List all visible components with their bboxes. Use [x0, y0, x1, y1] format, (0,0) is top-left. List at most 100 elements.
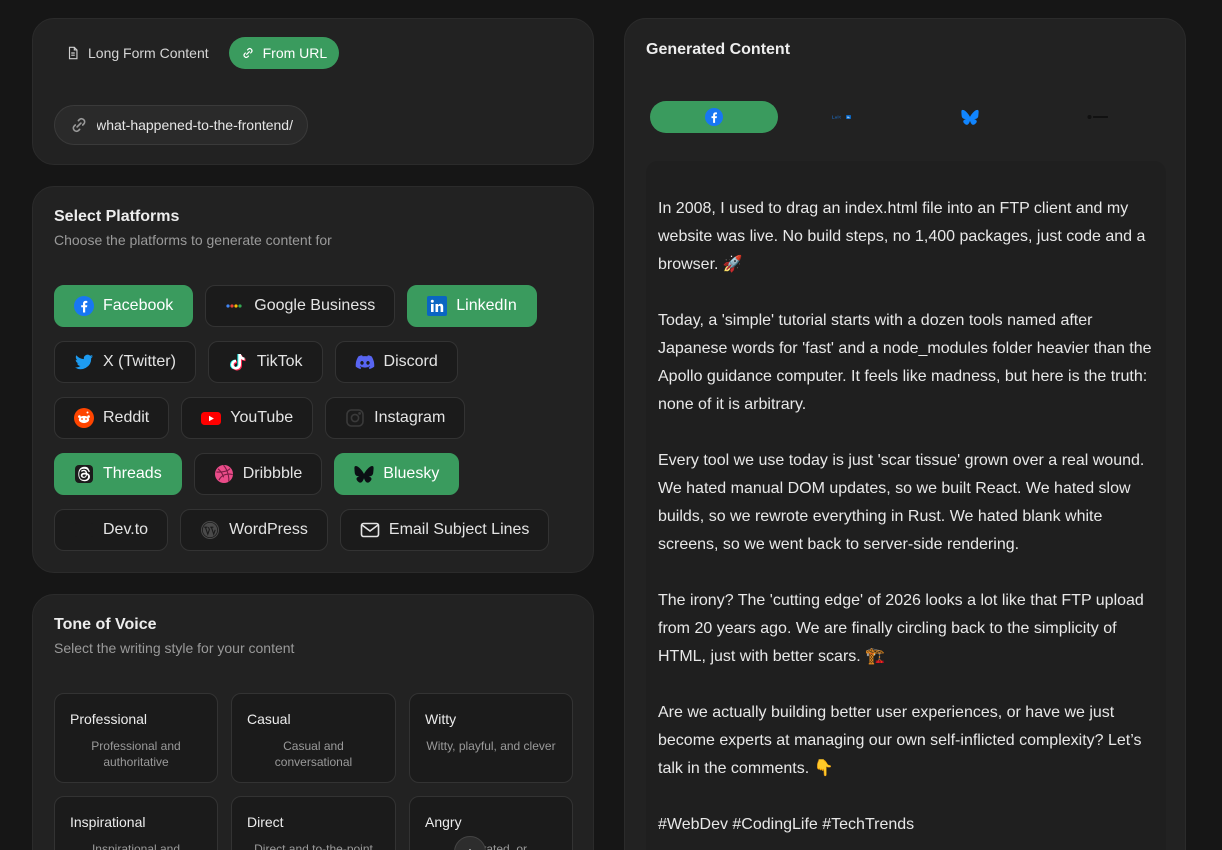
- instagram-icon: [345, 408, 365, 428]
- platform-label: Google Business: [254, 297, 376, 314]
- platform-label: YouTube: [230, 409, 294, 426]
- platform-label: TikTok: [256, 353, 303, 370]
- content-paragraph: The irony? The 'cutting edge' of 2026 lo…: [658, 592, 1144, 665]
- platform-label: Discord: [383, 353, 438, 370]
- google-icon: [225, 296, 245, 316]
- platform-discord[interactable]: Discord: [334, 341, 458, 383]
- tone-desc: Professional and authoritative: [91, 739, 181, 769]
- platform-x-twitter[interactable]: X (Twitter): [54, 341, 196, 383]
- tone-desc: Inspirational and: [91, 842, 181, 850]
- output-tab-linkedin[interactable]: [778, 101, 906, 133]
- platform-label: Dribbble: [242, 465, 303, 482]
- tone-name: Casual: [247, 711, 291, 727]
- tone-option-witty[interactable]: Witty Witty, playful, and clever: [409, 693, 573, 783]
- tone-grid: Professional Professional and authoritat…: [54, 693, 573, 850]
- platform-row: Dev.to WordPress Email Subject Lines: [54, 509, 550, 551]
- platform-label: LinkedIn: [456, 297, 517, 314]
- platform-label: WordPress: [229, 521, 308, 538]
- facebook-icon: [74, 296, 94, 316]
- output-card: Generated Content In 2008, I used to dra…: [624, 18, 1186, 850]
- tone-desc: Witty, playful, and clever: [426, 739, 556, 753]
- content-paragraph: Today, a 'simple' tutorial starts with a…: [658, 312, 1152, 413]
- platform-bluesky[interactable]: Bluesky: [334, 453, 460, 495]
- youtube-icon: [201, 408, 222, 428]
- tone-name: Witty: [425, 711, 457, 727]
- content-hashtags: #WebDev #CodingLife #TechTrends: [658, 816, 915, 833]
- platform-row: X (Twitter) TikTok Discord: [54, 341, 458, 383]
- threads-icon: [1087, 115, 1108, 119]
- tab-from-url[interactable]: From URL: [228, 37, 340, 69]
- linkedin-icon: [427, 296, 448, 316]
- platform-label: Threads: [103, 465, 162, 482]
- platform-row: Reddit YouTube Instagram: [54, 397, 466, 439]
- bluesky-icon: [961, 109, 979, 125]
- tone-desc: Frustrated, or: [454, 842, 528, 850]
- link-icon: [72, 117, 86, 133]
- content-paragraph: In 2008, I used to drag an index.html fi…: [658, 200, 1146, 273]
- url-field[interactable]: [54, 105, 308, 145]
- platform-tiktok[interactable]: TikTok: [207, 341, 323, 383]
- platform-wordpress[interactable]: WordPress: [180, 509, 328, 551]
- platform-youtube[interactable]: YouTube: [181, 397, 314, 439]
- tone-option-inspirational[interactable]: Inspirational Inspirational and: [54, 796, 218, 850]
- dribbble-icon: [214, 464, 234, 484]
- platform-label: Email Subject Lines: [388, 521, 530, 538]
- tone-option-angry[interactable]: Angry Frustrated, or: [409, 796, 573, 850]
- output-platform-tabs: [650, 101, 1162, 133]
- tone-name: Professional: [70, 711, 148, 727]
- tone-card: Tone of Voice Select the writing style f…: [32, 594, 594, 850]
- platform-google-business[interactable]: Google Business: [205, 285, 396, 327]
- platform-row: Facebook Google Business LinkedIn: [54, 285, 537, 327]
- platform-facebook[interactable]: Facebook: [54, 285, 194, 327]
- tab-long-form-label: Long Form Content: [88, 45, 209, 61]
- mail-icon: [360, 520, 380, 540]
- content-paragraph: Every tool we use today is just 'scar ti…: [658, 452, 1145, 553]
- generated-content-body: In 2008, I used to drag an index.html fi…: [646, 161, 1166, 850]
- platform-label: X (Twitter): [103, 353, 176, 370]
- twitter-icon: [74, 352, 94, 372]
- platform-label: Dev.to: [103, 521, 149, 538]
- tone-option-professional[interactable]: Professional Professional and authoritat…: [54, 693, 218, 783]
- output-title: Generated Content: [646, 41, 791, 58]
- source-mode-tabs: Long Form Content From URL: [54, 37, 340, 69]
- platform-instagram[interactable]: Instagram: [325, 397, 466, 439]
- tone-name: Angry: [425, 814, 462, 830]
- content-paragraph: Are we actually building better user exp…: [658, 704, 1142, 777]
- platform-devto[interactable]: Dev.to: [54, 509, 169, 551]
- platform-dribbble[interactable]: Dribbble: [193, 453, 323, 495]
- platforms-title: Select Platforms: [54, 208, 180, 225]
- tone-name: Direct: [247, 814, 284, 830]
- discord-icon: [355, 352, 375, 372]
- platform-label: Instagram: [374, 409, 446, 426]
- platform-label: Facebook: [103, 297, 174, 314]
- threads-icon: [74, 464, 94, 484]
- platform-reddit[interactable]: Reddit: [54, 397, 170, 439]
- chevron-up-icon: [468, 848, 472, 850]
- output-tab-facebook[interactable]: [650, 101, 778, 133]
- platform-label: Bluesky: [383, 465, 440, 482]
- linkedin-icon: [832, 115, 851, 119]
- tiktok-icon: [228, 352, 248, 372]
- platform-row: Threads Dribbble Bluesky: [54, 453, 460, 495]
- wordpress-icon: [200, 520, 220, 540]
- tab-long-form[interactable]: Long Form Content: [54, 37, 221, 69]
- url-input[interactable]: [97, 117, 293, 133]
- tone-option-casual[interactable]: Casual Casual and conversational: [231, 693, 396, 783]
- platform-linkedin[interactable]: LinkedIn: [407, 285, 537, 327]
- platform-email-subject-lines[interactable]: Email Subject Lines: [339, 509, 550, 551]
- output-tab-bluesky[interactable]: [906, 101, 1034, 133]
- output-tab-threads[interactable]: [1034, 101, 1162, 133]
- facebook-icon: [705, 108, 723, 126]
- tone-desc: Direct and to-the-point: [254, 842, 373, 850]
- platform-threads[interactable]: Threads: [54, 453, 182, 495]
- document-icon: [68, 46, 78, 60]
- link-icon: [243, 48, 253, 58]
- devto-icon: [74, 520, 94, 540]
- platforms-card: Select Platforms Choose the platforms to…: [32, 186, 594, 573]
- tone-desc: Casual and conversational: [274, 739, 353, 769]
- tone-option-direct[interactable]: Direct Direct and to-the-point: [231, 796, 396, 850]
- bluesky-icon: [354, 464, 374, 484]
- platform-label: Reddit: [103, 409, 150, 426]
- platforms-subtitle: Choose the platforms to generate content…: [54, 232, 332, 248]
- tab-from-url-label: From URL: [262, 45, 328, 61]
